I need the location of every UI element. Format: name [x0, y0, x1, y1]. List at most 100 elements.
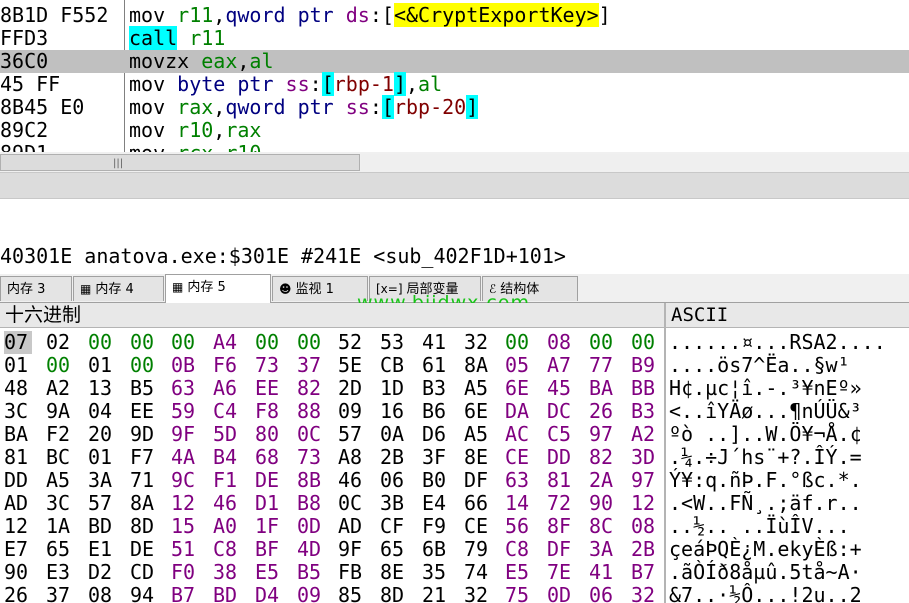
hex-byte[interactable]: E5 — [255, 561, 283, 584]
hex-byte[interactable]: 00 — [46, 354, 74, 377]
hex-byte[interactable]: B3 — [631, 400, 659, 423]
hex-byte[interactable]: F7 — [130, 446, 158, 469]
hex-byte[interactable]: 16 — [380, 400, 408, 423]
hex-byte[interactable]: CD — [130, 561, 158, 584]
hex-byte[interactable]: 06 — [380, 469, 408, 492]
hex-byte[interactable]: 8D — [380, 584, 408, 603]
hex-byte[interactable]: 74 — [464, 561, 492, 584]
hex-row[interactable]: 07 02 00 00 00 A4 00 00 52 53 41 32 00 08 00 00 — [0, 331, 664, 354]
hex-byte[interactable]: 09 — [338, 400, 366, 423]
hex-byte[interactable]: 57 — [338, 423, 366, 446]
hex-byte[interactable]: A5 — [464, 377, 492, 400]
hex-byte[interactable]: F8 — [255, 400, 283, 423]
hex-byte[interactable]: 59 — [171, 400, 199, 423]
hex-byte[interactable]: 82 — [589, 446, 617, 469]
hex-byte[interactable]: 88 — [297, 400, 325, 423]
hex-byte[interactable]: 12 — [631, 492, 659, 515]
hex-byte[interactable]: 0C — [338, 492, 366, 515]
hex-byte[interactable]: B9 — [631, 354, 659, 377]
hex-byte[interactable]: 8F — [547, 515, 575, 538]
hex-byte[interactable]: 0B — [171, 354, 199, 377]
hex-byte[interactable]: B5 — [297, 561, 325, 584]
hex-byte[interactable]: B0 — [422, 469, 450, 492]
hex-byte[interactable]: 85 — [338, 584, 366, 603]
hex-byte[interactable]: 3C — [46, 492, 74, 515]
hex-byte[interactable]: 2B — [631, 538, 659, 561]
hex-byte[interactable]: F2 — [46, 423, 74, 446]
hex-byte[interactable]: 8A — [130, 492, 158, 515]
hex-row[interactable]: 12 1A BD 8D 15 A0 1F 0D AD CF F9 CE 56 8F 8C 08 — [0, 515, 664, 538]
hex-byte[interactable]: CE — [505, 446, 533, 469]
hex-byte[interactable]: 8B — [297, 469, 325, 492]
hex-byte[interactable]: 65 — [380, 538, 408, 561]
hex-byte[interactable]: BC — [46, 446, 74, 469]
hex-byte[interactable]: 02 — [46, 331, 74, 354]
hex-byte[interactable]: 15 — [171, 515, 199, 538]
hex-byte[interactable]: 37 — [46, 584, 74, 603]
tab-3[interactable]: ▦ 内存 5 — [165, 274, 271, 303]
hex-byte[interactable]: DF — [547, 538, 575, 561]
hex-byte[interactable]: 81 — [547, 469, 575, 492]
hex-byte[interactable]: 14 — [505, 492, 533, 515]
hex-byte[interactable]: 01 — [88, 446, 116, 469]
hex-byte[interactable]: 01 — [88, 354, 116, 377]
hex-byte[interactable]: 79 — [464, 538, 492, 561]
hex-byte[interactable]: 65 — [46, 538, 74, 561]
hex-byte[interactable]: AC — [505, 423, 533, 446]
hex-row[interactable]: BA F2 20 9D 9F 5D 80 0C 57 0A D6 A5 AC C5 97 A2 — [0, 423, 664, 446]
hex-byte[interactable]: 00 — [130, 354, 158, 377]
hex-byte[interactable]: A5 — [464, 423, 492, 446]
disassembly-row[interactable]: 36C0 movzx eax,al — [0, 50, 909, 73]
hex-byte[interactable]: 2A — [589, 469, 617, 492]
hex-byte[interactable]: 38 — [213, 561, 241, 584]
hex-byte[interactable]: 05 — [505, 354, 533, 377]
hex-byte[interactable]: 3F — [422, 446, 450, 469]
hex-byte[interactable]: 3D — [631, 446, 659, 469]
hex-byte[interactable]: 6E — [505, 377, 533, 400]
disassembly-row[interactable]: 8B1D F552 mov r11,qword ptr ds:[<&CryptEx… — [0, 3, 909, 27]
hex-byte[interactable]: 8D — [130, 515, 158, 538]
hex-byte[interactable]: 6B — [422, 538, 450, 561]
hex-byte[interactable]: EE — [255, 377, 283, 400]
hex-byte[interactable]: 07 — [4, 331, 32, 354]
hex-byte[interactable]: 32 — [464, 584, 492, 603]
hex-byte[interactable]: F1 — [213, 469, 241, 492]
ascii-row[interactable]: .<W..FÑ¸.;äf.r.. — [669, 492, 862, 515]
hex-byte[interactable]: D2 — [88, 561, 116, 584]
hex-byte[interactable]: DA — [505, 400, 533, 423]
ascii-row[interactable]: H¢.µc¦î.-.³¥nEº» — [669, 377, 862, 400]
hex-byte[interactable]: 1D — [380, 377, 408, 400]
hex-byte[interactable]: BF — [255, 538, 283, 561]
hex-byte[interactable]: A5 — [46, 469, 74, 492]
hex-byte[interactable]: D1 — [255, 492, 283, 515]
tab-4[interactable]: ☻ 监视 1 — [272, 276, 368, 301]
hex-byte[interactable]: F9 — [422, 515, 450, 538]
hex-byte[interactable]: 8E — [380, 561, 408, 584]
hex-byte[interactable]: CF — [380, 515, 408, 538]
hex-byte[interactable]: 66 — [464, 492, 492, 515]
hex-byte[interactable]: 2D — [338, 377, 366, 400]
hex-byte[interactable]: 00 — [589, 331, 617, 354]
hex-byte[interactable]: 8E — [464, 446, 492, 469]
disassembly-row[interactable]: 45 FF mov byte ptr ss:[rbp-1],al — [0, 72, 909, 96]
hex-byte[interactable]: 41 — [422, 331, 450, 354]
hex-byte[interactable]: 9C — [171, 469, 199, 492]
hex-byte[interactable]: AD — [4, 492, 32, 515]
hex-byte[interactable]: B5 — [130, 377, 158, 400]
scrollbar-track[interactable] — [361, 154, 909, 170]
hex-byte[interactable]: 26 — [4, 584, 32, 603]
hex-byte[interactable]: 73 — [255, 354, 283, 377]
hex-byte[interactable]: 12 — [171, 492, 199, 515]
hex-byte[interactable]: 72 — [547, 492, 575, 515]
hex-byte[interactable]: 1F — [255, 515, 283, 538]
hex-byte[interactable]: 00 — [297, 331, 325, 354]
hex-byte[interactable]: 3C — [4, 400, 32, 423]
ascii-row[interactable]: ..½.. ..­ÏùÎV... — [669, 515, 850, 538]
hex-byte[interactable]: 73 — [297, 446, 325, 469]
hex-byte[interactable]: 9A — [46, 400, 74, 423]
hex-byte[interactable]: 90 — [589, 492, 617, 515]
hex-byte[interactable]: 94 — [130, 584, 158, 603]
hex-byte[interactable]: 1A — [46, 515, 74, 538]
ascii-row[interactable]: ......¤...RSA2.... — [669, 331, 886, 354]
ascii-row[interactable]: çeáÞQÈ¿M.ekyÈß:+ — [669, 538, 862, 561]
